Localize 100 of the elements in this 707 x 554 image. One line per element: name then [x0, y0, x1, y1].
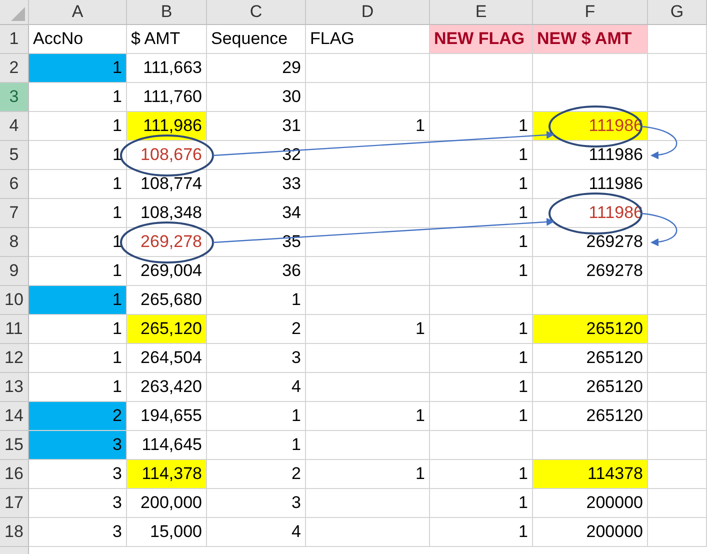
table-cell: 1	[306, 315, 430, 344]
row-header[interactable]: 5	[0, 141, 29, 170]
table-cell: 1	[207, 286, 306, 315]
table-cell: 108,676	[127, 141, 207, 170]
table-cell: NEW FLAG	[430, 25, 533, 54]
column-header[interactable]: C	[207, 0, 306, 25]
row-header[interactable]: 3	[0, 83, 29, 112]
table-cell: 1	[29, 199, 127, 228]
table-cell: FLAG	[306, 25, 430, 54]
table-cell: 1	[29, 112, 127, 141]
table-cell: 265120	[533, 373, 648, 402]
row-header[interactable]: 11	[0, 315, 29, 344]
curved-arrow	[641, 126, 678, 159]
table-cell: 1	[430, 373, 533, 402]
row-header[interactable]: 1	[0, 25, 29, 54]
table-cell: 1	[207, 431, 306, 460]
table-cell: 1	[207, 402, 306, 431]
table-cell: 3	[29, 460, 127, 489]
row-header[interactable]: 8	[0, 228, 29, 257]
table-cell: AccNo	[29, 25, 127, 54]
table-cell: 1	[430, 228, 533, 257]
table-cell: 1	[29, 315, 127, 344]
table-cell: 200000	[533, 518, 648, 547]
row-header[interactable]: 15	[0, 431, 29, 460]
table-cell: 2	[207, 315, 306, 344]
table-cell: 3	[29, 431, 127, 460]
empty-cell	[648, 54, 707, 83]
table-cell: 269278	[533, 228, 648, 257]
table-cell: 1	[430, 170, 533, 199]
empty-cell	[648, 431, 707, 460]
table-cell: 1	[29, 257, 127, 286]
table-cell: 265,680	[127, 286, 207, 315]
column-header[interactable]: E	[430, 0, 533, 25]
table-cell: 111986	[533, 170, 648, 199]
table-cell: 108,348	[127, 199, 207, 228]
table-cell: 1	[430, 518, 533, 547]
table-cell: 1	[430, 141, 533, 170]
table-cell: 4	[207, 373, 306, 402]
table-cell: 111,663	[127, 54, 207, 83]
table-cell: 1	[29, 344, 127, 373]
empty-cell	[648, 83, 707, 112]
table-cell: 269,004	[127, 257, 207, 286]
table-cell: 1	[430, 199, 533, 228]
table-cell: 15,000	[127, 518, 207, 547]
table-cell: 33	[207, 170, 306, 199]
table-cell: Sequence	[207, 25, 306, 54]
row-header[interactable]: 14	[0, 402, 29, 431]
table-cell: 1	[29, 228, 127, 257]
table-cell: 30	[207, 83, 306, 112]
row-header[interactable]: 2	[0, 54, 29, 83]
table-cell: 114,378	[127, 460, 207, 489]
row-header[interactable]: 4	[0, 112, 29, 141]
curved-arrow	[641, 212, 678, 246]
column-header[interactable]: B	[127, 0, 207, 25]
table-cell: 3	[207, 489, 306, 518]
row-header[interactable]: 7	[0, 199, 29, 228]
table-cell: 1	[29, 170, 127, 199]
row-header[interactable]: 12	[0, 344, 29, 373]
table-cell: 265120	[533, 402, 648, 431]
table-cell: 114378	[533, 460, 648, 489]
row-header[interactable]: 13	[0, 373, 29, 402]
table-cell: 1	[29, 373, 127, 402]
table-cell: 1	[430, 402, 533, 431]
column-header[interactable]: F	[533, 0, 648, 25]
table-cell: 194,655	[127, 402, 207, 431]
table-cell: 269,278	[127, 228, 207, 257]
row-header[interactable]: 18	[0, 518, 29, 547]
table-cell: 1	[306, 112, 430, 141]
column-header[interactable]: D	[306, 0, 430, 25]
empty-cell	[648, 286, 707, 315]
table-cell: 1	[430, 315, 533, 344]
row-header[interactable]: 10	[0, 286, 29, 315]
table-cell: 1	[430, 112, 533, 141]
row-header[interactable]: 16	[0, 460, 29, 489]
table-cell: 265120	[533, 315, 648, 344]
table-cell: 1	[306, 460, 430, 489]
row-header[interactable]: 9	[0, 257, 29, 286]
table-cell: $ AMT	[127, 25, 207, 54]
table-cell: 1	[430, 257, 533, 286]
table-cell: 32	[207, 141, 306, 170]
column-header[interactable]: G	[648, 0, 707, 25]
table-cell: 1	[430, 489, 533, 518]
table-cell: 200000	[533, 489, 648, 518]
table-cell: 1	[29, 141, 127, 170]
table-cell: 1	[306, 402, 430, 431]
row-header[interactable]: 17	[0, 489, 29, 518]
table-cell: 108,774	[127, 170, 207, 199]
table-cell: 1	[430, 344, 533, 373]
table-cell: 35	[207, 228, 306, 257]
table-cell: 264,504	[127, 344, 207, 373]
table-cell: 1	[29, 83, 127, 112]
table-cell: 1	[29, 54, 127, 83]
table-cell: 2	[207, 460, 306, 489]
column-header[interactable]: A	[29, 0, 127, 25]
row-header[interactable]: 6	[0, 170, 29, 199]
table-cell: 265,120	[127, 315, 207, 344]
table-cell: 111986	[533, 141, 648, 170]
table-cell: 200,000	[127, 489, 207, 518]
table-cell: 1	[430, 460, 533, 489]
table-cell: 114,645	[127, 431, 207, 460]
